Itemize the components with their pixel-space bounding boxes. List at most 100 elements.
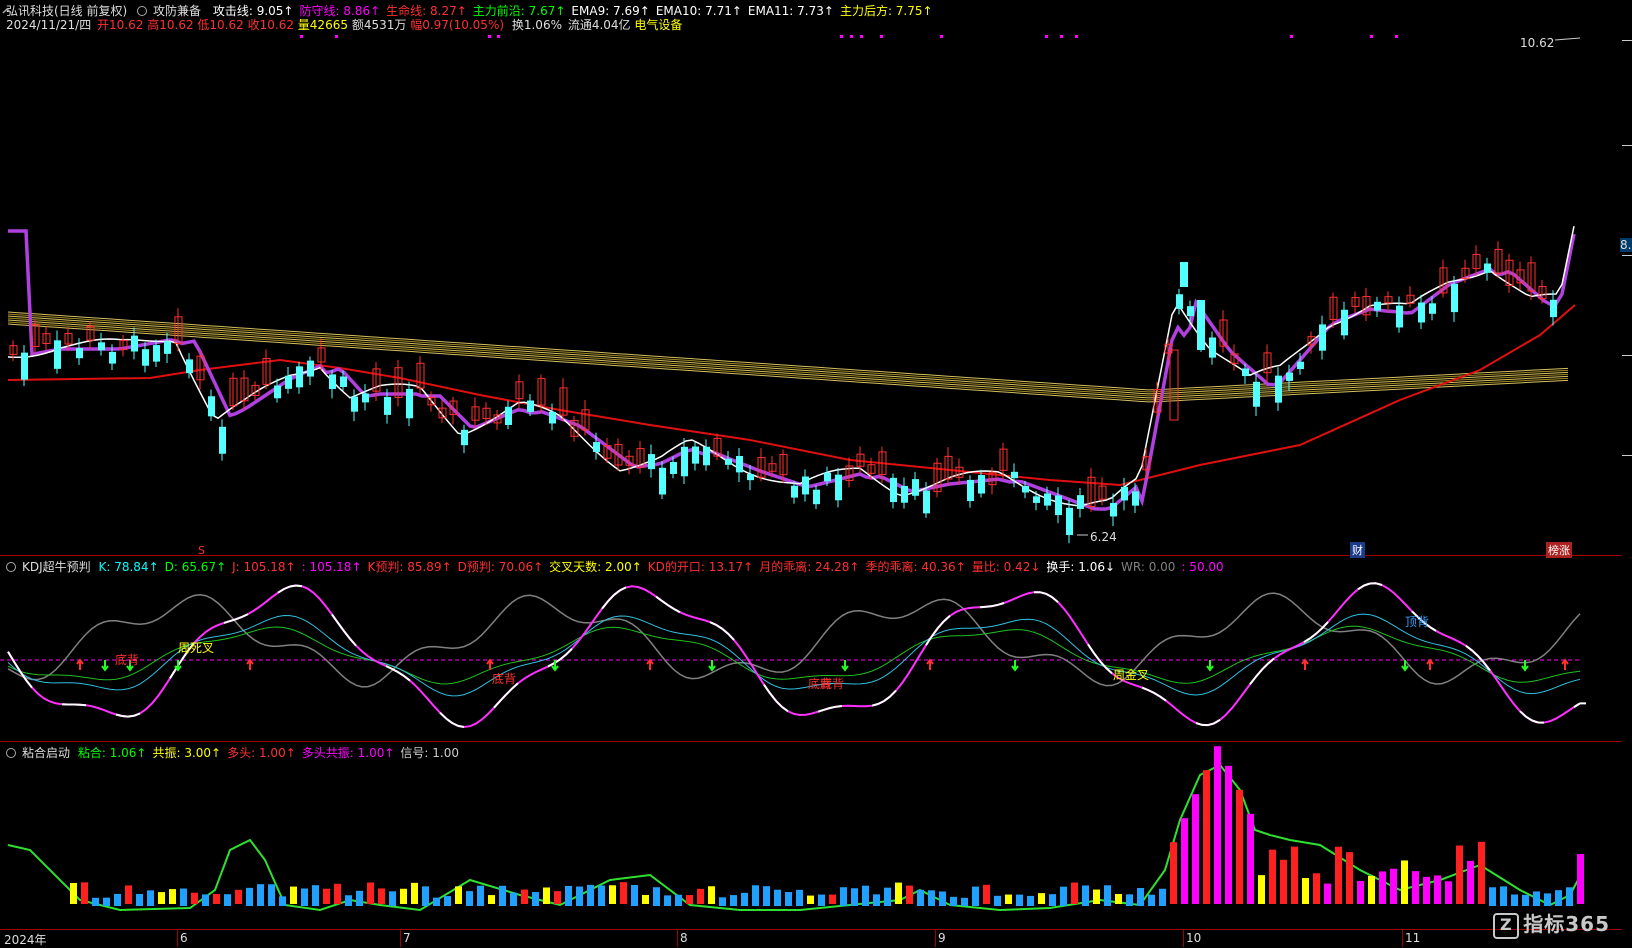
nh-bar bbox=[301, 888, 308, 906]
nh-bar bbox=[158, 892, 165, 904]
mark-bang[interactable]: 榜涨 bbox=[1546, 542, 1572, 558]
kdj-value: KD的开口: 13.17↑ bbox=[647, 560, 754, 574]
nh-value: 信号: 1.00 bbox=[400, 746, 459, 760]
x-axis-label: 10 bbox=[1186, 931, 1202, 945]
kdj-signal-label: 底背 bbox=[115, 652, 139, 667]
nh-values: 粘合: 1.06↑ 共振: 3.00↑ 多头: 1.00↑ 多头共振: 1.00↑ 信号… bbox=[78, 746, 465, 760]
candle-body bbox=[549, 411, 556, 424]
nh-bar bbox=[961, 897, 968, 906]
nh-bar bbox=[1544, 893, 1551, 906]
nh-line bbox=[7, 763, 1579, 912]
nh-bar bbox=[1313, 873, 1320, 904]
nh-bar bbox=[1027, 895, 1034, 906]
kdj-value: J: 105.18↑ bbox=[232, 560, 296, 574]
logo-z-icon: Z bbox=[1493, 913, 1520, 939]
nh-bar bbox=[147, 890, 154, 906]
nh-bar bbox=[1159, 888, 1166, 906]
nh-bar bbox=[235, 889, 242, 904]
signal-dot bbox=[1045, 35, 1048, 38]
candle-body bbox=[340, 376, 347, 387]
nh-bar bbox=[1214, 746, 1221, 904]
x-axis-tick bbox=[177, 929, 178, 947]
candle-body bbox=[659, 467, 666, 495]
signal-arrow-icon bbox=[101, 660, 109, 672]
signal-arrow-icon bbox=[926, 658, 934, 670]
nh-bar bbox=[1401, 860, 1408, 904]
right-price-tag: 8. bbox=[1620, 238, 1632, 252]
candle-body bbox=[131, 335, 138, 352]
candle-body bbox=[1297, 361, 1304, 370]
kdj-title[interactable]: KDJ超牛预判 bbox=[22, 560, 91, 574]
signal-dot bbox=[300, 35, 303, 38]
nh-bar bbox=[774, 889, 781, 906]
nh-bar bbox=[642, 894, 649, 904]
candle-body bbox=[461, 429, 468, 446]
nh-bar bbox=[1181, 818, 1188, 904]
candle-body bbox=[725, 458, 732, 465]
nh-bar bbox=[1500, 886, 1507, 906]
signal-arrow-icon bbox=[1561, 658, 1569, 670]
kdj-signal-label: 底背 bbox=[820, 676, 844, 691]
signal-arrow-icon bbox=[1301, 658, 1309, 670]
nh-bar bbox=[917, 889, 924, 906]
mark-cai[interactable]: 财 bbox=[1350, 542, 1365, 558]
nh-bar bbox=[1577, 854, 1584, 904]
right-tick bbox=[1622, 40, 1632, 41]
kdj-value: : 50.00 bbox=[1181, 560, 1224, 574]
kdj-signal-label: 周金叉 bbox=[1113, 667, 1149, 682]
nh-bar bbox=[983, 884, 990, 904]
kdj-value: 换手: 1.06↓ bbox=[1046, 560, 1116, 574]
nh-bar bbox=[1104, 885, 1111, 906]
candle-body bbox=[802, 476, 809, 495]
candle-body bbox=[21, 352, 28, 380]
right-tick bbox=[1622, 455, 1632, 456]
nh-bar bbox=[1258, 875, 1265, 904]
nh-bar bbox=[1280, 859, 1287, 904]
nh-circle-icon[interactable] bbox=[6, 748, 16, 758]
signal-dot bbox=[1060, 35, 1063, 38]
nh-bar bbox=[1445, 881, 1452, 904]
nh-header: 粘合启动 粘合: 1.06↑ 共振: 3.00↑ 多头: 1.00↑ 多头共振: 1.… bbox=[6, 745, 471, 761]
candle-body bbox=[681, 446, 688, 477]
nh-bar bbox=[224, 894, 231, 906]
nh-bar bbox=[697, 888, 704, 904]
nh-bar bbox=[290, 886, 297, 904]
nh-bar bbox=[1247, 813, 1254, 904]
nh-bar bbox=[1203, 770, 1210, 904]
nh-title[interactable]: 粘合启动 bbox=[22, 746, 70, 760]
nh-bar bbox=[664, 895, 671, 906]
candle-body bbox=[1429, 303, 1436, 314]
nh-bar bbox=[466, 891, 473, 906]
kdj-circle-icon[interactable] bbox=[6, 562, 16, 572]
nh-bar bbox=[1060, 886, 1067, 906]
nh-bar bbox=[444, 896, 451, 906]
nh-bar bbox=[1082, 885, 1089, 906]
candle-body bbox=[1022, 486, 1029, 493]
chart-canvas[interactable]: 周死叉底背底背 底背顶背周金叉底背 bbox=[0, 0, 1632, 948]
nh-bar bbox=[884, 887, 891, 906]
nh-bar bbox=[631, 885, 638, 906]
pane-divider-nh[interactable] bbox=[0, 741, 1622, 742]
nh-bar bbox=[752, 885, 759, 906]
nh-bar bbox=[1467, 860, 1474, 904]
candle-body bbox=[98, 342, 105, 351]
low-price-label: 6.24 bbox=[1090, 530, 1117, 544]
nh-bar bbox=[1302, 877, 1309, 904]
nh-bar bbox=[609, 885, 616, 904]
nh-bar bbox=[180, 888, 187, 906]
signal-dot bbox=[1395, 35, 1398, 38]
candle-body bbox=[1253, 381, 1260, 407]
nh-bar bbox=[257, 884, 264, 906]
candle-body bbox=[1275, 375, 1282, 403]
kdj-value: WR: 0.00 bbox=[1121, 560, 1176, 574]
signal-dot bbox=[488, 35, 491, 38]
kdj-values: K: 78.84↑ D: 65.67↑ J: 105.18↑: 105.18↑ K预判… bbox=[98, 560, 1229, 574]
pane-divider-kdj[interactable] bbox=[0, 555, 1622, 556]
nh-bar bbox=[1148, 894, 1155, 906]
candle-body bbox=[923, 490, 930, 514]
signal-dot bbox=[850, 35, 853, 38]
nh-bar bbox=[620, 882, 627, 904]
nh-bar bbox=[1423, 876, 1430, 904]
nh-bar bbox=[246, 887, 253, 906]
nh-bar bbox=[532, 892, 539, 906]
